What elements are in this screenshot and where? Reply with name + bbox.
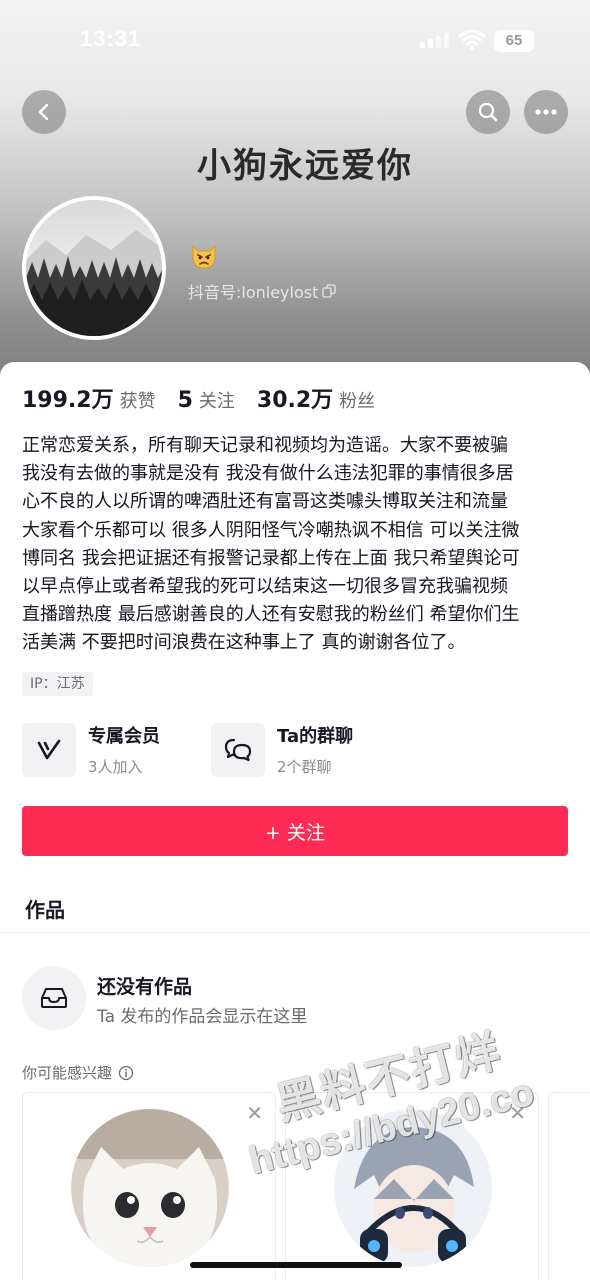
- back-button[interactable]: [22, 90, 66, 134]
- misty-forest-image: [26, 200, 162, 336]
- stat-label: 获赞: [119, 391, 156, 412]
- search-icon: [478, 102, 498, 122]
- chevron-left-icon: [38, 103, 49, 121]
- signal-icon: [420, 32, 450, 48]
- profile-bio: 正常恋爱关系，所有聊天记录和视频均为造谣。大家不要被骗 我没有去做的事就是没有 …: [22, 435, 520, 654]
- stat-followers[interactable]: 30.2万 粉丝: [257, 382, 375, 414]
- banner-handwritten-text: 小狗永远爱你: [197, 146, 413, 186]
- recommendations-header: 你可能感兴趣: [22, 1062, 134, 1083]
- nickname-emoji: [188, 240, 220, 272]
- stat-label: 关注: [198, 391, 235, 412]
- empty-state-title: 还没有作品: [97, 976, 193, 998]
- wifi-icon: [458, 29, 486, 50]
- stats-row: 199.2万 获赞 5 关注 30.2万 粉丝: [22, 382, 397, 414]
- stat-likes[interactable]: 199.2万 获赞: [22, 382, 156, 414]
- more-dots-icon: [535, 109, 557, 115]
- group-chat-entry[interactable]: Ta的群聊 2个群聊: [211, 722, 353, 777]
- profile-avatar[interactable]: [22, 196, 166, 340]
- search-button[interactable]: [466, 90, 510, 134]
- empty-state-subtitle: Ta 发布的作品会显示在这里: [97, 1007, 308, 1027]
- info-icon[interactable]: [118, 1065, 134, 1081]
- status-time: 13:31: [80, 26, 142, 51]
- stat-value: 199.2万: [22, 388, 114, 413]
- recommended-user-card[interactable]: [548, 1092, 590, 1280]
- feature-title: 专属会员: [88, 726, 160, 747]
- empty-inbox-icon: [22, 966, 86, 1030]
- vip-membership-entry[interactable]: 专属会员 3人加入: [22, 722, 160, 777]
- home-indicator[interactable]: [190, 1262, 402, 1268]
- vip-v-icon: [22, 722, 76, 777]
- stat-value: 30.2万: [256, 388, 334, 413]
- feature-subtitle: 3人加入: [88, 758, 143, 776]
- follow-button[interactable]: + 关注: [22, 806, 568, 856]
- recommended-avatar[interactable]: [71, 1109, 229, 1267]
- status-bar: 13:31 65: [0, 22, 590, 58]
- tab-works[interactable]: 作品: [25, 894, 65, 923]
- douyin-id[interactable]: 抖音号:lonleylost: [188, 279, 337, 303]
- divider: [0, 932, 590, 933]
- stat-value: 5: [177, 388, 193, 413]
- recommended-user-card[interactable]: ✕: [22, 1092, 276, 1280]
- stat-following[interactable]: 5 关注: [178, 387, 235, 413]
- copy-icon[interactable]: [322, 284, 337, 298]
- recommendations-label: 你可能感兴趣: [22, 1064, 113, 1082]
- group-chat-icon: [211, 722, 265, 777]
- pouting-cat-icon: [192, 244, 216, 269]
- feature-title: Ta的群聊: [277, 726, 354, 747]
- ip-location-tag: IP：江苏: [22, 672, 93, 696]
- more-button[interactable]: [524, 90, 568, 134]
- white-cat-image: [71, 1109, 229, 1267]
- douyin-id-text: 抖音号:lonleylost: [188, 283, 319, 302]
- battery-icon: 65: [494, 30, 534, 52]
- stat-label: 粉丝: [339, 391, 376, 412]
- feature-subtitle: 2个群聊: [277, 758, 332, 776]
